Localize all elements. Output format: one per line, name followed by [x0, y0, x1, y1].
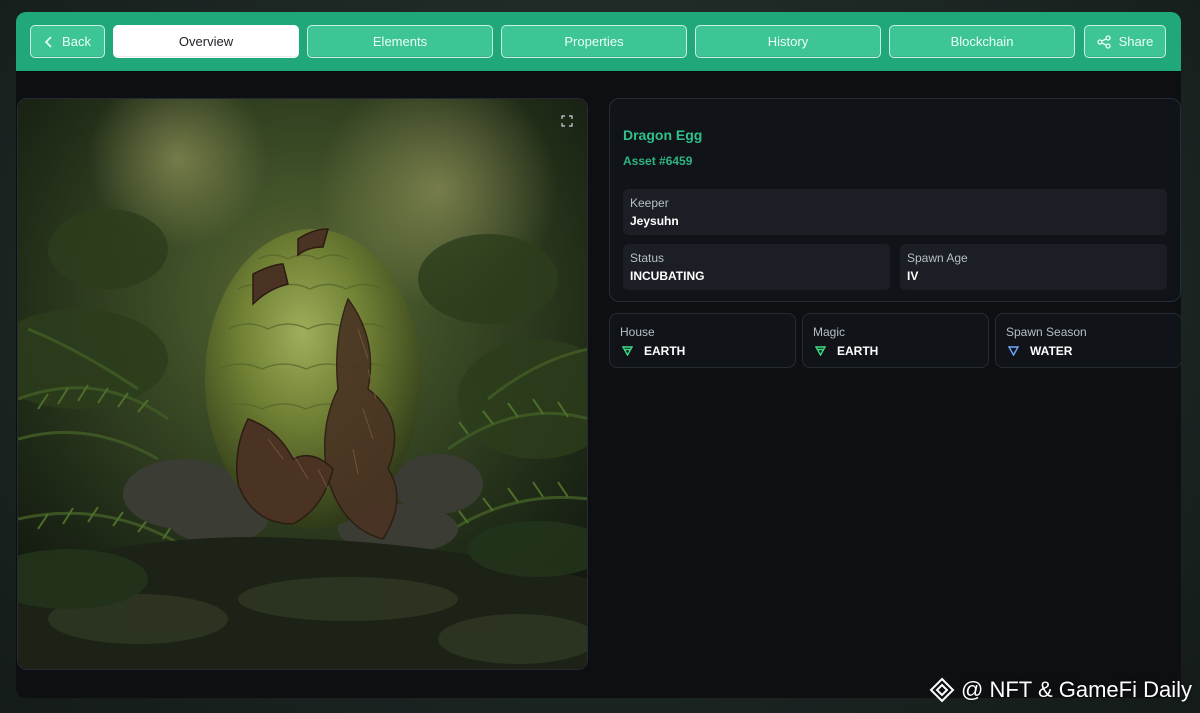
house-value: EARTH — [644, 344, 686, 358]
water-triangle-icon — [1008, 346, 1022, 356]
spawn-age-field: Spawn Age IV — [900, 244, 1167, 290]
tab-blockchain[interactable]: Blockchain — [889, 25, 1075, 58]
spawn-season-attribute: Spawn Season WATER — [995, 313, 1181, 368]
spawn-season-value: WATER — [1030, 344, 1073, 358]
magic-label: Magic — [813, 325, 846, 339]
asset-image — [17, 98, 588, 670]
keeper-field: Keeper Jeysuhn — [623, 189, 1167, 235]
status-value: INCUBATING — [630, 269, 705, 283]
house-value-row: EARTH — [622, 344, 685, 358]
expand-image-button[interactable] — [561, 114, 573, 132]
tab-history-label: History — [767, 34, 809, 49]
spawn-age-value: IV — [907, 269, 919, 283]
share-label: Share — [1118, 34, 1154, 49]
watermark: @ NFT & GameFi Daily — [929, 677, 1192, 703]
spawn-age-label: Spawn Age — [907, 251, 968, 265]
dragon-egg-illustration — [18, 99, 587, 669]
share-icon — [1096, 34, 1111, 49]
asset-title: Dragon Egg — [623, 127, 703, 143]
magic-value-row: EARTH — [815, 344, 878, 358]
tab-blockchain-label: Blockchain — [950, 34, 1014, 49]
tab-properties-label: Properties — [564, 34, 624, 49]
tab-history[interactable]: History — [695, 25, 881, 58]
spawn-season-value-row: WATER — [1008, 344, 1072, 358]
status-label: Status — [630, 251, 665, 265]
binance-logo-icon — [929, 677, 955, 703]
asset-id: Asset #6459 — [623, 154, 693, 168]
tab-overview[interactable]: Overview — [113, 25, 299, 58]
back-label: Back — [62, 34, 91, 49]
tab-elements-label: Elements — [372, 34, 428, 49]
chevron-left-icon — [44, 35, 52, 48]
status-field: Status INCUBATING — [623, 244, 890, 290]
keeper-label: Keeper — [630, 196, 669, 210]
earth-triangle-icon — [622, 346, 636, 356]
watermark-text: @ NFT & GameFi Daily — [961, 677, 1192, 702]
earth-triangle-icon — [815, 346, 829, 356]
asset-info-card: Dragon Egg Asset #6459 Keeper Jeysuhn St… — [609, 98, 1181, 302]
top-nav-bar: Back Overview Elements Properties Histor… — [16, 12, 1181, 71]
spawn-season-label: Spawn Season — [1006, 325, 1087, 339]
tab-overview-label: Overview — [178, 34, 234, 49]
expand-icon — [561, 115, 573, 127]
share-button[interactable]: Share — [1084, 25, 1166, 58]
house-label: House — [620, 325, 655, 339]
house-attribute: House EARTH — [609, 313, 796, 368]
app-frame: Back Overview Elements Properties Histor… — [16, 12, 1181, 698]
tab-elements[interactable]: Elements — [307, 25, 493, 58]
magic-value: EARTH — [837, 344, 879, 358]
back-button[interactable]: Back — [30, 25, 105, 58]
magic-attribute: Magic EARTH — [802, 313, 989, 368]
tab-properties[interactable]: Properties — [501, 25, 687, 58]
keeper-value: Jeysuhn — [630, 214, 679, 228]
